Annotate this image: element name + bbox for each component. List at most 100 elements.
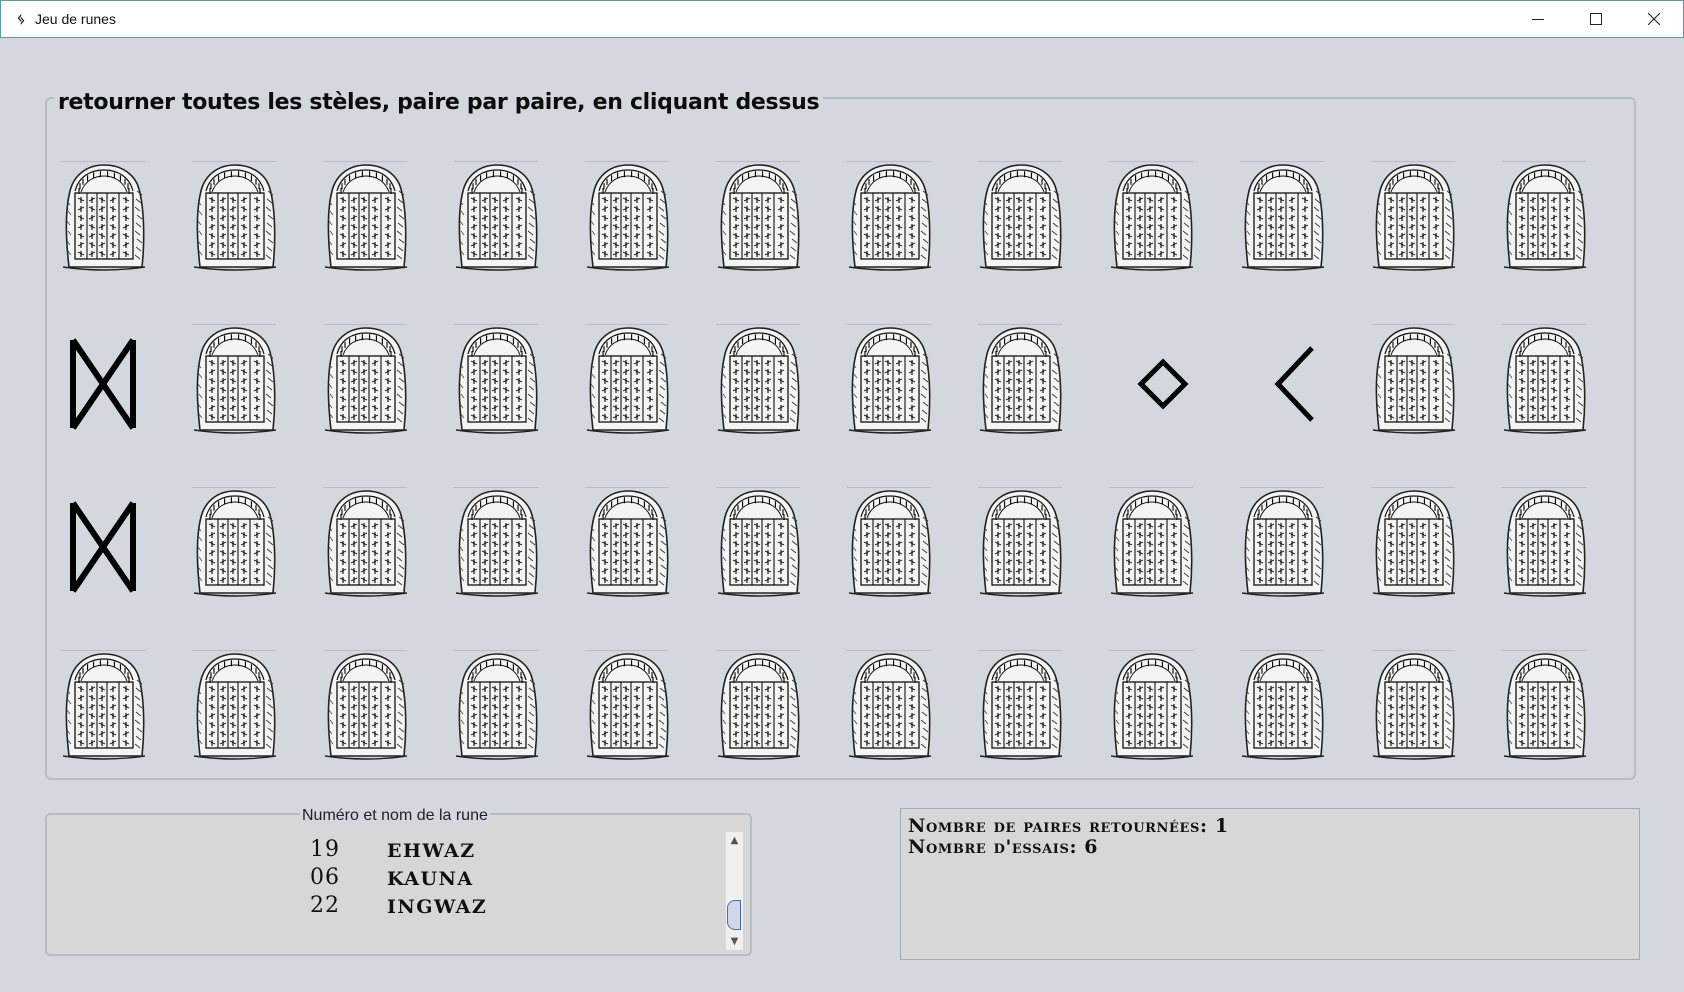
face-down-stele-card[interactable] xyxy=(847,487,933,599)
minimize-button[interactable] xyxy=(1509,1,1567,38)
face-down-stele-card[interactable] xyxy=(192,324,278,436)
face-down-stele-card[interactable] xyxy=(192,650,278,762)
rune-stele-icon xyxy=(1372,653,1456,760)
rune-stele-icon xyxy=(979,327,1063,434)
rune-stele-icon xyxy=(193,653,277,760)
rune-name: EHWAZ xyxy=(387,840,476,862)
face-down-stele-card[interactable] xyxy=(1502,487,1588,599)
face-down-stele-card[interactable] xyxy=(978,650,1064,762)
rune-stele-icon xyxy=(62,653,146,760)
rune-stele-icon xyxy=(324,490,408,597)
face-down-stele-card[interactable] xyxy=(454,487,540,599)
face-down-stele-card[interactable] xyxy=(585,324,671,436)
minimize-icon xyxy=(1532,19,1544,20)
face-down-stele-card[interactable] xyxy=(716,324,802,436)
rune-stele-icon xyxy=(979,164,1063,271)
rune-stele-icon xyxy=(62,164,146,271)
face-down-stele-card[interactable] xyxy=(1371,487,1457,599)
dagaz-rune-icon xyxy=(70,338,136,430)
face-down-stele-card[interactable] xyxy=(192,161,278,273)
face-down-stele-card[interactable] xyxy=(978,324,1064,436)
rune-name: INGWAZ xyxy=(387,896,488,918)
face-down-stele-card[interactable] xyxy=(1502,650,1588,762)
face-down-stele-card[interactable] xyxy=(454,161,540,273)
face-down-stele-card[interactable] xyxy=(978,487,1064,599)
face-down-stele-card[interactable] xyxy=(1109,487,1195,599)
face-down-stele-card[interactable] xyxy=(323,487,409,599)
rune-list-scrollbar[interactable]: ▲ ▼ xyxy=(726,832,743,950)
rune-stele-icon xyxy=(586,164,670,271)
rune-stele-icon xyxy=(1110,490,1194,597)
ingwaz-rune-icon xyxy=(1137,358,1189,410)
rune-stele-icon xyxy=(455,653,539,760)
rune-stele-icon xyxy=(979,490,1063,597)
scroll-up-arrow-icon[interactable]: ▲ xyxy=(726,832,743,849)
maximize-button[interactable] xyxy=(1567,1,1625,38)
rune-stele-icon xyxy=(1372,327,1456,434)
rune-stele-icon xyxy=(193,327,277,434)
face-down-stele-card[interactable] xyxy=(1502,324,1588,436)
rune-stele-icon xyxy=(586,490,670,597)
rune-stele-icon xyxy=(717,653,801,760)
face-down-stele-card[interactable] xyxy=(978,161,1064,273)
face-down-stele-card[interactable] xyxy=(1240,161,1326,273)
face-down-stele-card[interactable] xyxy=(192,487,278,599)
rune-stele-icon xyxy=(1110,164,1194,271)
face-down-stele-card[interactable] xyxy=(1371,324,1457,436)
scroll-down-arrow-icon[interactable]: ▼ xyxy=(726,933,743,950)
revealed-rune-card[interactable] xyxy=(1109,324,1195,436)
face-down-stele-card[interactable] xyxy=(1502,161,1588,273)
revealed-rune-card[interactable] xyxy=(61,324,147,436)
rune-stele-icon xyxy=(1372,490,1456,597)
window-title-bar: ᛃ Jeu de runes xyxy=(0,0,1684,38)
rune-stele-icon xyxy=(455,164,539,271)
pairs-found-text: Nombre de paires retournées: 1 xyxy=(908,815,1229,837)
game-instruction: retourner toutes les stèles, paire par p… xyxy=(54,88,824,118)
face-down-stele-card[interactable] xyxy=(323,650,409,762)
rune-stele-icon xyxy=(1241,653,1325,760)
rune-stele-icon xyxy=(848,653,932,760)
face-down-stele-card[interactable] xyxy=(454,650,540,762)
face-down-stele-card[interactable] xyxy=(585,161,671,273)
rune-stele-icon xyxy=(1503,164,1587,271)
rune-stele-icon xyxy=(1110,653,1194,760)
face-down-stele-card[interactable] xyxy=(716,487,802,599)
face-down-stele-card[interactable] xyxy=(585,650,671,762)
rune-stele-icon xyxy=(717,490,801,597)
dagaz-rune-icon xyxy=(70,501,136,593)
revealed-rune-card[interactable] xyxy=(1240,324,1326,436)
rune-number: 22 xyxy=(310,893,340,918)
rune-stele-icon xyxy=(193,490,277,597)
face-down-stele-card[interactable] xyxy=(847,161,933,273)
face-down-stele-card[interactable] xyxy=(323,324,409,436)
face-down-stele-card[interactable] xyxy=(716,161,802,273)
scroll-thumb[interactable] xyxy=(727,900,741,930)
rune-stele-icon xyxy=(1372,164,1456,271)
face-down-stele-card[interactable] xyxy=(847,650,933,762)
rune-stele-icon xyxy=(1503,653,1587,760)
face-down-stele-card[interactable] xyxy=(847,324,933,436)
rune-stele-icon xyxy=(1241,490,1325,597)
face-down-stele-card[interactable] xyxy=(1109,650,1195,762)
face-down-stele-card[interactable] xyxy=(323,161,409,273)
rune-stele-icon xyxy=(717,327,801,434)
rune-stele-icon xyxy=(455,327,539,434)
rune-stele-icon xyxy=(848,327,932,434)
face-down-stele-card[interactable] xyxy=(716,650,802,762)
close-button[interactable] xyxy=(1625,1,1683,38)
rune-stele-icon xyxy=(1241,164,1325,271)
rune-name: KAUNA xyxy=(387,868,474,890)
face-down-stele-card[interactable] xyxy=(1240,487,1326,599)
face-down-stele-card[interactable] xyxy=(1109,161,1195,273)
face-down-stele-card[interactable] xyxy=(1371,650,1457,762)
face-down-stele-card[interactable] xyxy=(61,161,147,273)
rune-stele-icon xyxy=(979,653,1063,760)
face-down-stele-card[interactable] xyxy=(1371,161,1457,273)
face-down-stele-card[interactable] xyxy=(454,324,540,436)
face-down-stele-card[interactable] xyxy=(61,650,147,762)
face-down-stele-card[interactable] xyxy=(585,487,671,599)
revealed-rune-card[interactable] xyxy=(61,487,147,599)
face-down-stele-card[interactable] xyxy=(1240,650,1326,762)
rune-stele-icon xyxy=(586,653,670,760)
rune-number: 06 xyxy=(310,865,340,890)
